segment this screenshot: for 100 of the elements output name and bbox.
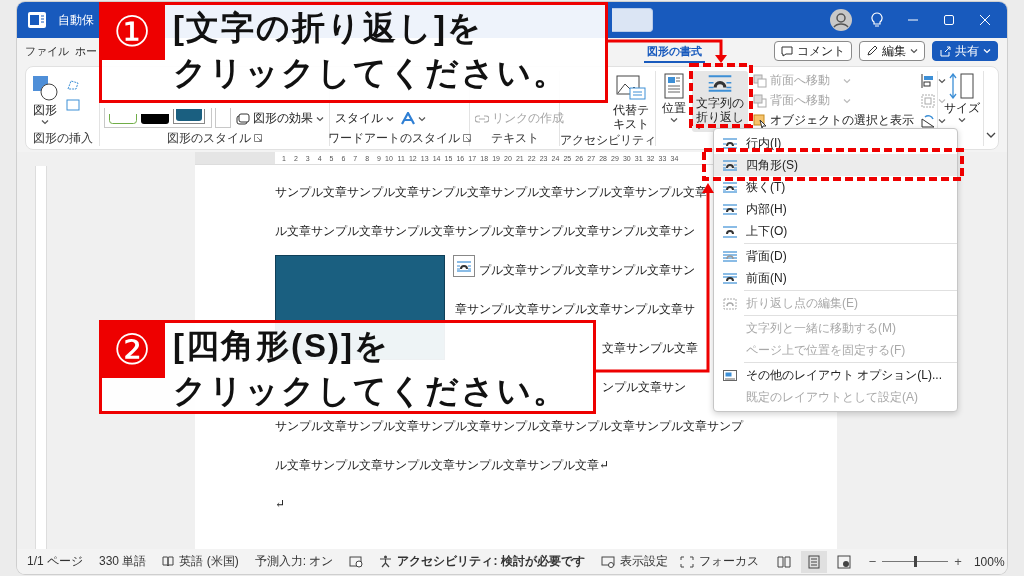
ribbon-tab[interactable]: ファイル [22, 39, 72, 63]
zoom-in-button[interactable]: + [954, 554, 962, 569]
pencil-icon [866, 45, 878, 57]
callout-text: [四角形(S)]を [173, 326, 390, 366]
focus-button[interactable]: フォーカス [679, 553, 759, 570]
menu-item[interactable]: 背面(D) [714, 245, 957, 267]
shapes-icon [32, 75, 58, 101]
callout-text: クリックしてください。 [173, 371, 568, 411]
edit-button[interactable]: 編集 [859, 41, 925, 61]
wrap-option-icon [722, 136, 738, 150]
wrap-option-icon [722, 271, 738, 285]
text-effects-icon [401, 112, 415, 125]
step-number: ① [99, 2, 165, 60]
caret-icon [386, 115, 394, 122]
close-icon [980, 15, 990, 25]
align-icon [921, 73, 935, 88]
ribbon-tab[interactable]: 図形の書式 [644, 39, 705, 63]
wrap-option-icon [722, 224, 738, 238]
share-icon [939, 45, 951, 57]
caret-icon [843, 77, 851, 84]
rotate-icon [921, 113, 935, 128]
search-field[interactable] [612, 8, 653, 32]
print-layout-icon [807, 554, 820, 569]
wrap-option-icon [722, 296, 738, 310]
position-button[interactable]: 位置 [659, 71, 689, 125]
comment-button[interactable]: コメント [774, 41, 852, 61]
document-title: 自動保 [58, 11, 94, 29]
highlight-frame [689, 63, 753, 128]
size-button[interactable]: サイズ [941, 71, 983, 125]
style-swatch-icon [141, 114, 169, 124]
wrap-option-icon [722, 249, 738, 263]
callout-text: クリックしてください。 [173, 53, 568, 93]
link-icon [475, 113, 489, 124]
group-label: アクセシビリティ [559, 133, 656, 148]
step-number: ② [99, 320, 165, 378]
shape-effects-icon [236, 112, 250, 125]
status-text[interactable]: 1/1 ページ [27, 553, 83, 570]
status-text[interactable]: 330 単語 [99, 553, 147, 570]
group-label: 図形の挿入 [32, 130, 93, 146]
wrap-text-button[interactable]: 文字列の折り返し [692, 71, 748, 132]
send-backward-icon [753, 93, 767, 108]
menu-item[interactable]: 狭く(T) [714, 176, 957, 198]
caret-icon [983, 48, 991, 54]
callout-text: [文字の折り返し]を [173, 8, 483, 48]
document-text: 文章サンプル文章 [602, 340, 698, 357]
document-text: ↵ [275, 497, 286, 512]
avatar-icon [830, 9, 852, 31]
accessibility-status[interactable]: アクセシビリティ: 検討が必要です [397, 553, 585, 570]
language-status[interactable]: 英語 (米国) [179, 553, 239, 570]
wrap-option-icon [707, 73, 733, 94]
zoom-out-button[interactable]: − [868, 554, 877, 569]
caret-icon [938, 97, 946, 104]
caret-icon [843, 97, 851, 104]
maximize-icon [944, 15, 954, 25]
layout-options-button[interactable] [453, 255, 475, 277]
image-icon [615, 75, 646, 101]
shape-style-gallery[interactable] [104, 108, 212, 128]
wrap-option-icon [722, 202, 738, 216]
shape-effects-button[interactable]: 図形の効果 [234, 109, 326, 128]
caret-icon [958, 117, 966, 123]
selection-pane-button[interactable]: オブジェクトの選択と表示 [751, 111, 916, 130]
group-label: テキスト [490, 130, 539, 146]
group-label: 図形のスタイル [167, 130, 251, 146]
display-button[interactable]: 表示設定 [600, 553, 668, 570]
caret-icon [418, 115, 426, 122]
caret-icon [910, 48, 918, 54]
display-settings-icon [600, 555, 615, 568]
alt-text-button[interactable]: 代替テキスト [609, 73, 652, 133]
wrap-option-icon [722, 368, 738, 382]
position-icon [664, 73, 684, 99]
quick-styles-button[interactable]: スタイル [333, 109, 396, 128]
text-box-icon [66, 98, 80, 111]
style-swatch-icon [173, 109, 205, 124]
macro-icon [349, 555, 364, 568]
menu-item[interactable]: 内部(H) [714, 198, 957, 220]
web-layout-icon [836, 554, 851, 569]
dialog-launcher-icon [254, 134, 262, 142]
shapes-button[interactable]: 図形 [29, 73, 61, 127]
caret-icon [670, 117, 678, 123]
ribbon-tab[interactable]: ホー [72, 39, 100, 63]
zoom-level[interactable]: 100% [973, 554, 1005, 569]
word-logo-icon [28, 12, 46, 28]
caret-icon [316, 115, 324, 122]
menu-item[interactable]: 上下(O) [714, 220, 957, 242]
slider-thumb[interactable] [914, 556, 918, 567]
book-icon [162, 556, 175, 567]
align-button[interactable] [919, 71, 948, 90]
read-mode-icon [776, 555, 791, 568]
document-text: 章サンプル文章サンプル文章サンプル文章サ [455, 301, 695, 318]
style-swatch-icon [109, 114, 137, 124]
menu-item[interactable]: 前面(N) [714, 267, 957, 289]
share-button[interactable]: 共有 [932, 41, 998, 61]
document-text: プル文章サンプル文章サンプル文章サン [479, 262, 695, 279]
document-text: ル文章サンプル文章サンプル文章サンプル文章サンプル文章サンプル文章サン [275, 223, 695, 240]
menu-item[interactable]: 四角形(S) [714, 154, 957, 176]
menu-item[interactable]: その他のレイアウト オプション(L)... [714, 364, 957, 386]
document-text: サンプル文章サンプル文章サンプル文章サンプル文章サンプル文章サンプル文章サンプ [275, 418, 743, 435]
group-label: ワードアートのスタイル [328, 130, 460, 146]
status-text[interactable]: 予測入力: オン [254, 553, 334, 570]
caret-icon [938, 117, 946, 124]
